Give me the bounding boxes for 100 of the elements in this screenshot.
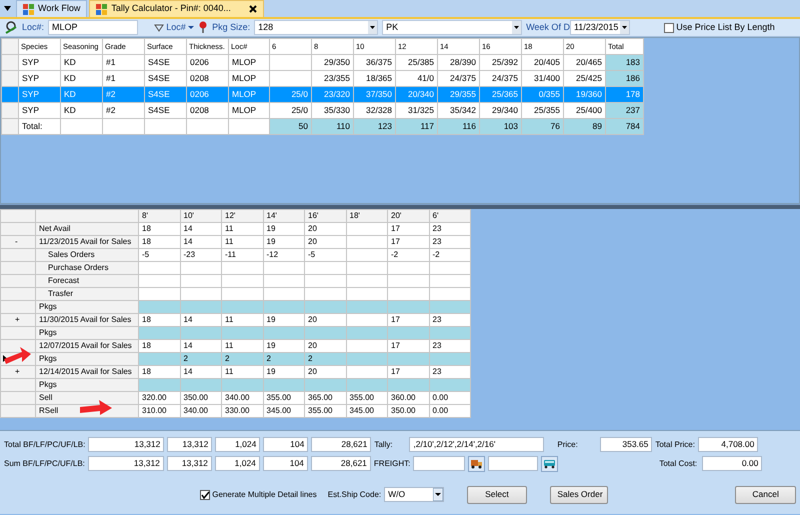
table-cell: 23: [429, 222, 470, 236]
table-cell[interactable]: [138, 378, 180, 392]
table-cell[interactable]: [180, 326, 222, 340]
table-cell[interactable]: [263, 378, 304, 392]
freight-field[interactable]: [488, 456, 538, 471]
table-cell: 17: [388, 236, 429, 248]
table-cell[interactable]: [222, 378, 263, 392]
search-icon[interactable]: [4, 21, 18, 34]
table-cell: MLOP: [228, 54, 270, 70]
text-field[interactable]: 4,708.00: [698, 437, 758, 452]
table-cell[interactable]: [222, 300, 263, 314]
location-dropdown[interactable]: Loc#: [154, 20, 194, 34]
table-cell: 355.00: [304, 404, 346, 418]
date-picker[interactable]: 11/23/2015: [570, 20, 630, 35]
text-field[interactable]: 13,312: [167, 437, 212, 452]
text-field[interactable]: 104: [262, 456, 308, 471]
row-label: Pkgs: [36, 326, 138, 340]
text-field[interactable]: 1,024: [215, 437, 260, 452]
table-cell[interactable]: [138, 326, 180, 340]
text-field[interactable]: 0.00: [702, 456, 762, 471]
table-cell[interactable]: [346, 326, 388, 340]
text-field[interactable]: 13,312: [88, 437, 164, 452]
tab[interactable]: Tally Calculator - Pin#: 0040...: [89, 0, 264, 17]
text-field[interactable]: 1,024: [214, 456, 260, 471]
table-cell[interactable]: [388, 378, 429, 392]
table-cell[interactable]: 2: [222, 352, 263, 366]
truck-button[interactable]: [468, 456, 486, 472]
table-cell[interactable]: 2: [263, 352, 304, 366]
app-icon: [96, 4, 108, 14]
row-label: Pkgs: [36, 352, 138, 366]
table-cell: 310.00: [138, 404, 180, 418]
close-icon[interactable]: [248, 5, 257, 13]
ship-code-dropdown[interactable]: W/O: [384, 487, 444, 502]
table-cell: [346, 262, 388, 274]
table-cell[interactable]: [304, 378, 346, 392]
text-field[interactable]: 104: [263, 437, 308, 452]
column-header[interactable]: 10': [180, 210, 222, 222]
table-cell: [346, 248, 388, 262]
table-cell[interactable]: [304, 300, 346, 314]
text-field[interactable]: 13,312: [166, 456, 212, 471]
table-cell: [270, 54, 312, 70]
table-cell[interactable]: [138, 352, 180, 366]
package-size-dropdown[interactable]: 128: [254, 20, 378, 35]
table-cell[interactable]: [138, 300, 180, 314]
table-cell: [263, 262, 304, 274]
table-cell[interactable]: [388, 352, 429, 366]
table-cell[interactable]: [222, 326, 263, 340]
expander[interactable]: +: [15, 367, 20, 376]
column-header[interactable]: 6': [429, 210, 470, 222]
tab[interactable]: Work Flow: [16, 0, 88, 17]
table-cell[interactable]: [388, 300, 429, 314]
action-button[interactable]: Select: [466, 486, 528, 504]
table-cell: 0.00: [429, 404, 470, 418]
text-field[interactable]: 353.65: [600, 437, 652, 452]
table-cell[interactable]: [263, 300, 304, 314]
column-header[interactable]: 12': [222, 210, 263, 222]
expander[interactable]: -: [15, 237, 18, 246]
table-cell: -5: [138, 248, 180, 262]
unit-dropdown[interactable]: PK: [382, 20, 522, 35]
location-field[interactable]: MLOP: [48, 20, 138, 35]
table-cell[interactable]: [429, 378, 470, 392]
table-cell[interactable]: [180, 300, 222, 314]
table-cell: 110: [312, 118, 354, 134]
action-button[interactable]: Sales Order: [550, 486, 608, 504]
table-cell[interactable]: [429, 300, 470, 314]
table-cell: #2: [102, 86, 144, 102]
tally-field[interactable]: ,2/10',2/12',2/14',2/16': [409, 437, 544, 452]
dropdown-icon[interactable]: [4, 6, 11, 11]
table-cell: 360.00: [388, 392, 429, 404]
text-field[interactable]: 13,312: [88, 456, 164, 471]
expander[interactable]: +: [15, 315, 20, 324]
text-field[interactable]: 28,621: [310, 456, 371, 471]
table-cell[interactable]: 2: [304, 352, 346, 366]
table-cell[interactable]: [429, 326, 470, 340]
table-cell: -2: [388, 248, 429, 262]
price-list-checkbox[interactable]: Use Price List By Length: [664, 20, 775, 34]
multiple-lines-checkbox[interactable]: Generate Multiple Detail lines: [200, 488, 317, 500]
table-cell: 0206: [186, 54, 228, 70]
freight-field[interactable]: [413, 456, 466, 471]
bus-button[interactable]: [541, 456, 558, 472]
table-cell[interactable]: [263, 326, 304, 340]
column-header[interactable]: 20': [388, 210, 429, 222]
table-cell[interactable]: [429, 352, 470, 366]
table-cell[interactable]: [346, 352, 388, 366]
table-cell: [304, 274, 346, 288]
table-cell: 20: [304, 236, 346, 248]
table-cell[interactable]: [304, 326, 346, 340]
action-button[interactable]: Cancel: [735, 486, 796, 504]
text-field[interactable]: 28,621: [311, 437, 372, 452]
table-cell[interactable]: [346, 378, 388, 392]
table-cell[interactable]: [388, 326, 429, 340]
column-header[interactable]: 8': [138, 210, 180, 222]
column-header[interactable]: 14': [263, 210, 304, 222]
column-header[interactable]: 16': [304, 210, 346, 222]
table-cell[interactable]: [346, 300, 388, 314]
table-cell[interactable]: [180, 378, 222, 392]
field-label: Est.Ship Code:: [328, 488, 382, 500]
table-cell[interactable]: 2: [180, 352, 222, 366]
table-cell: 0206: [186, 86, 228, 102]
column-header[interactable]: 18': [346, 210, 388, 222]
